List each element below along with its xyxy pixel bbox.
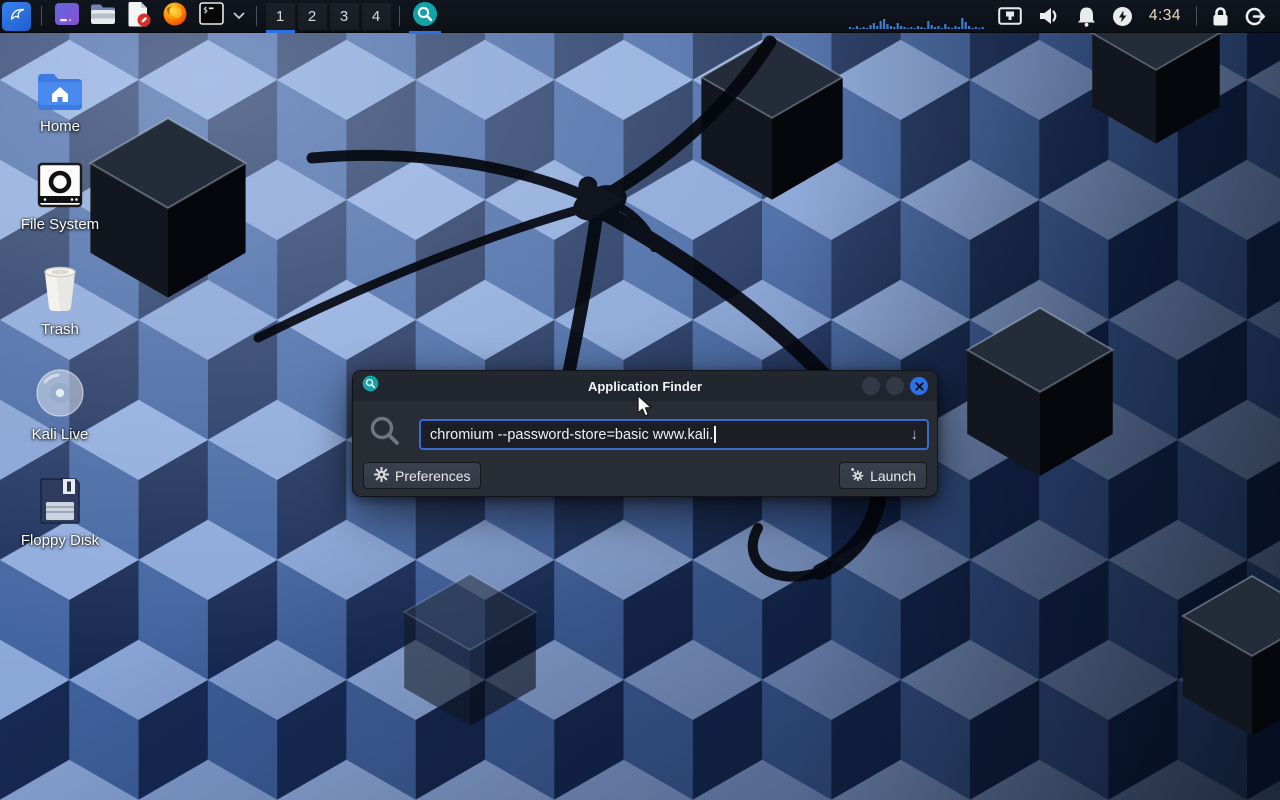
text-caret (714, 426, 716, 443)
file-manager-icon (90, 2, 116, 31)
launch-run-icon (850, 467, 864, 484)
panel-separator (256, 6, 257, 26)
desktop-icon-label: Kali Live (32, 426, 89, 443)
desktop-icon-kali-live[interactable]: Kali Live (8, 368, 112, 443)
workspace-4-label: 4 (372, 8, 380, 25)
desktop-icon-label: File System (21, 216, 99, 233)
trash-can-icon (39, 263, 81, 313)
ethernet-icon[interactable] (998, 7, 1022, 25)
svg-text:$: $ (203, 6, 208, 15)
desktop-icon-trash[interactable]: Trash (8, 263, 112, 338)
workspace-3-label: 3 (340, 8, 348, 25)
maximize-button[interactable] (886, 377, 904, 395)
clock[interactable]: 4:34 (1149, 7, 1181, 25)
desktop-icon-home[interactable]: Home (8, 60, 112, 135)
panel-right: 4:34 (845, 0, 1280, 32)
notifications-bell-icon[interactable] (1077, 6, 1096, 27)
file-system-drive-icon (37, 158, 83, 208)
desktop-icon-label: Home (40, 118, 80, 135)
workspace-1[interactable]: 1 (266, 3, 295, 30)
power-manager-icon[interactable] (1112, 6, 1133, 27)
desktop-icon-floppy-disk[interactable]: Floppy Disk (8, 474, 112, 549)
close-icon (915, 382, 924, 391)
minimize-button[interactable] (862, 377, 880, 395)
workspace-4[interactable]: 4 (362, 3, 391, 30)
screen-lock-icon[interactable] (1212, 6, 1229, 27)
optical-disc-icon (35, 368, 85, 418)
logout-icon[interactable] (1245, 6, 1266, 27)
desktop-icon-label: Trash (41, 321, 79, 338)
workspace-1-label: 1 (276, 8, 284, 25)
mouse-cursor (635, 394, 655, 424)
volume-icon[interactable] (1038, 6, 1061, 26)
dropdown-arrow-icon[interactable]: ↓ (911, 426, 919, 443)
launch-button[interactable]: Launch (839, 462, 927, 489)
workspace-2-label: 2 (308, 8, 316, 25)
text-editor-icon (127, 1, 152, 32)
desktop-icon-label: Floppy Disk (21, 532, 99, 549)
kali-logo-icon (6, 3, 28, 30)
applications-menu-button[interactable] (2, 2, 31, 31)
launch-button-label: Launch (870, 468, 916, 484)
desktop-root: $ 1 2 3 4 (0, 0, 1280, 800)
preferences-button-label: Preferences (395, 468, 470, 484)
search-input-value: chromium --password-store=basic www.kali… (430, 427, 713, 443)
desktop-icon-file-system[interactable]: File System (8, 158, 112, 233)
terminal-emulator-icon (54, 1, 80, 32)
preferences-button[interactable]: Preferences (363, 462, 481, 489)
workspace-2[interactable]: 2 (298, 3, 327, 30)
top-panel: $ 1 2 3 4 (0, 0, 1280, 33)
network-monitor-graph[interactable] (849, 2, 986, 32)
chevron-down-icon[interactable] (233, 7, 245, 25)
close-button[interactable] (910, 377, 928, 395)
search-input[interactable]: chromium --password-store=basic www.kali… (419, 419, 929, 450)
gear-icon (374, 467, 389, 485)
application-finder-icon (412, 1, 438, 32)
application-finder-window: Application Finder chromium --password-s… (352, 370, 938, 497)
file-manager-launcher[interactable] (88, 1, 118, 31)
terminal-icon: $ (199, 2, 224, 30)
firefox-icon (162, 1, 188, 32)
home-folder-icon (36, 60, 84, 110)
window-app-icon (362, 375, 379, 397)
panel-separator (41, 6, 42, 26)
search-icon (369, 415, 401, 452)
floppy-disk-icon (38, 474, 82, 524)
window-title: Application Finder (353, 379, 937, 394)
workspace-3[interactable]: 3 (330, 3, 359, 30)
panel-separator (1196, 6, 1197, 26)
panel-separator (399, 6, 400, 26)
terminal-emulator-launcher[interactable] (52, 1, 82, 31)
application-finder-taskbar-button[interactable] (409, 1, 441, 31)
panel-left: $ 1 2 3 4 (0, 0, 443, 32)
text-editor-launcher[interactable] (124, 1, 154, 31)
terminal-dropdown-launcher[interactable]: $ (196, 1, 226, 31)
firefox-launcher[interactable] (160, 1, 190, 31)
